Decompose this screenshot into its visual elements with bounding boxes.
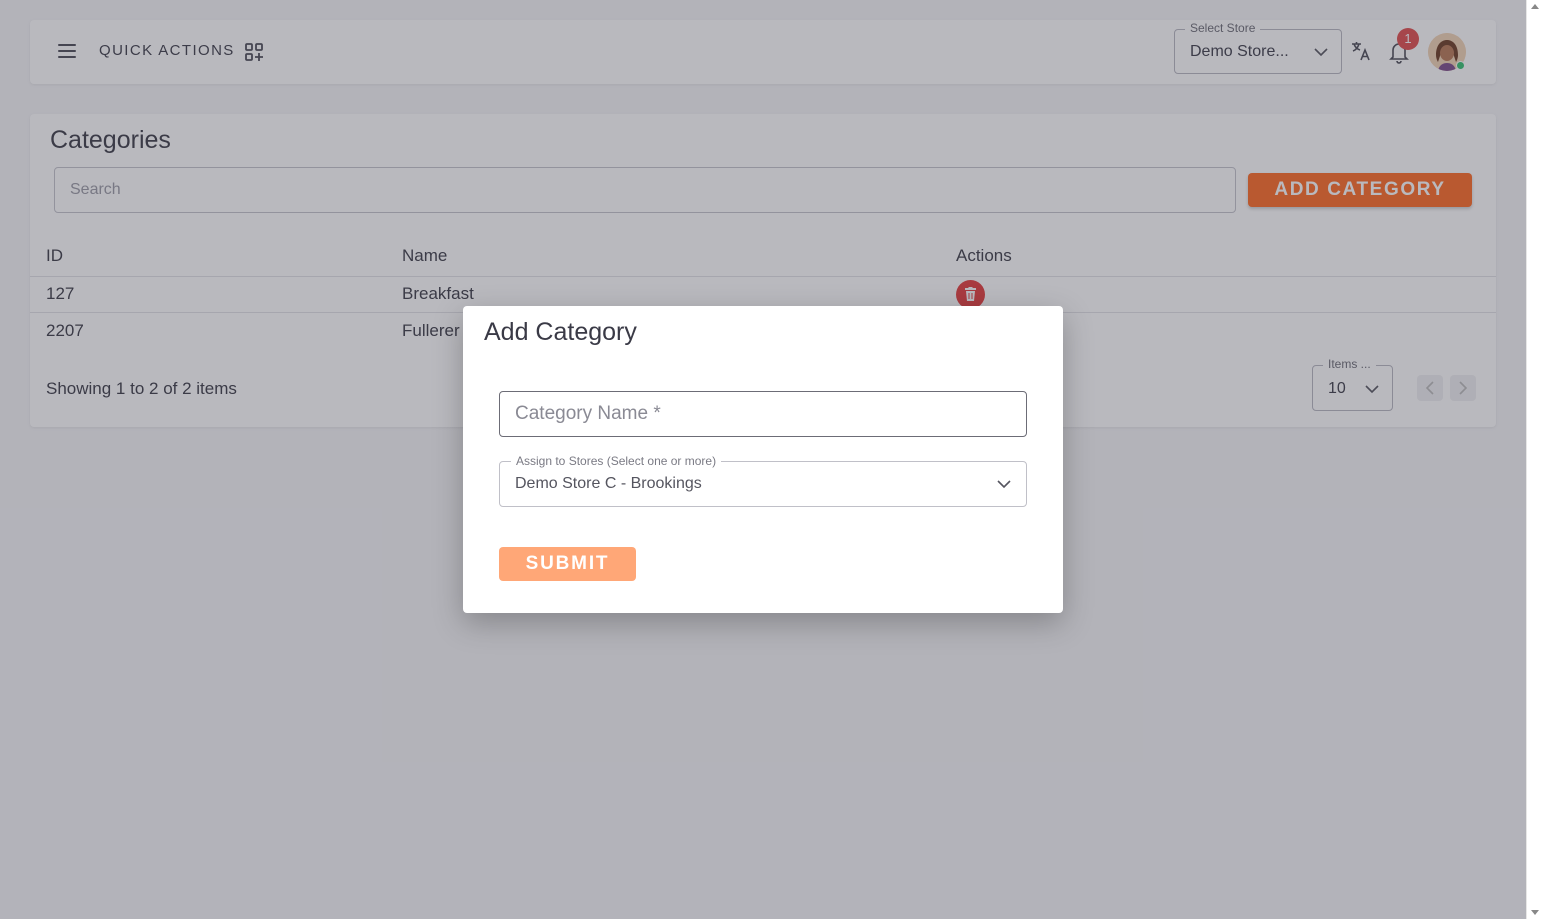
assign-stores-legend: Assign to Stores (Select one or more)	[511, 454, 722, 468]
scroll-down-arrow[interactable]	[1531, 910, 1539, 915]
category-name-input[interactable]	[499, 391, 1027, 437]
submit-button[interactable]: SUBMIT	[499, 547, 636, 581]
dialog-title: Add Category	[484, 318, 637, 346]
app: QUICK ACTIONS Select Store Demo Store...…	[0, 0, 1526, 919]
assign-stores-value: Demo Store C - Brookings	[515, 475, 702, 492]
add-category-dialog: Add Category Assign to Stores (Select on…	[463, 306, 1063, 613]
chevron-down-icon	[997, 480, 1011, 489]
assign-stores-select[interactable]: Assign to Stores (Select one or more) De…	[499, 454, 1027, 507]
scroll-up-arrow[interactable]	[1531, 4, 1539, 9]
page-scrollbar[interactable]	[1526, 0, 1541, 919]
